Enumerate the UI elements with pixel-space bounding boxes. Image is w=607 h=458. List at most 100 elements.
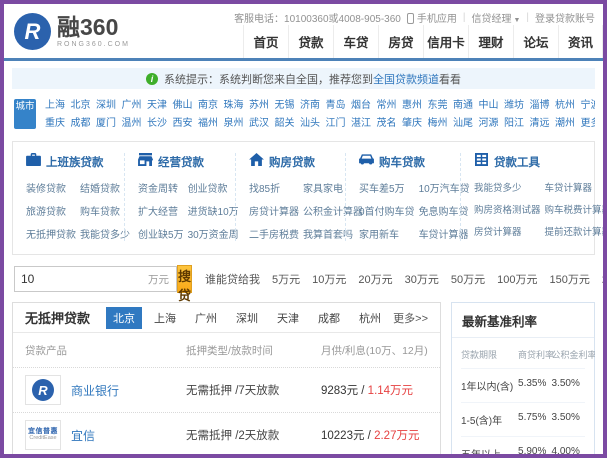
city-link[interactable]: 广州 xyxy=(121,97,143,115)
city-link[interactable]: 梅州 xyxy=(427,115,449,133)
mobile-app-link[interactable]: 手机应用 xyxy=(406,10,457,25)
category-link[interactable]: 扩大经营 xyxy=(138,203,184,218)
category-link[interactable]: 装修贷款 xyxy=(26,180,76,195)
logo[interactable]: R 融360 RONG360.COM xyxy=(14,13,130,50)
category-header[interactable]: 经营贷款 xyxy=(138,153,225,171)
category-link[interactable]: 提前还款计算器 xyxy=(545,224,603,238)
category-link[interactable]: 资金周转 xyxy=(138,180,184,195)
nav-item[interactable]: 信用卡 xyxy=(423,25,468,58)
city-tab[interactable]: 北京 xyxy=(106,306,143,329)
national-channel-link[interactable]: 全国贷款频道 xyxy=(373,74,439,86)
category-link[interactable]: 车贷计算器 xyxy=(545,180,603,194)
amount-link[interactable]: 200万元 xyxy=(602,271,603,287)
category-link[interactable]: 购车税费计算器 xyxy=(545,202,603,216)
city-link[interactable]: 淄博 xyxy=(529,97,551,115)
nav-item[interactable]: 房贷 xyxy=(378,25,423,58)
city-link[interactable]: 深圳 xyxy=(95,97,117,115)
city-link[interactable]: 成都 xyxy=(70,115,92,133)
category-link[interactable]: 房贷计算器 xyxy=(474,224,541,238)
category-link[interactable]: 购房资格测试器 xyxy=(474,202,541,216)
amount-link[interactable]: 30万元 xyxy=(405,271,439,287)
city-link[interactable]: 杭州 xyxy=(554,97,576,115)
category-link[interactable]: 买车差5万 xyxy=(359,180,415,195)
city-link[interactable]: 温州 xyxy=(121,115,143,133)
city-link[interactable]: 清远 xyxy=(529,115,551,133)
city-link[interactable]: 潮州 xyxy=(554,115,576,133)
city-tab[interactable]: 广州 xyxy=(188,307,224,329)
amount-link[interactable]: 150万元 xyxy=(550,271,590,287)
city-tab[interactable]: 成都 xyxy=(311,307,347,329)
city-link[interactable]: 惠州 xyxy=(401,97,423,115)
category-header[interactable]: 购车贷款 xyxy=(359,153,450,171)
city-link[interactable]: 河源 xyxy=(478,115,500,133)
city-link[interactable]: 济南 xyxy=(299,97,321,115)
city-link[interactable]: 江门 xyxy=(325,115,347,133)
more-link[interactable]: 更多>> xyxy=(393,310,428,326)
city-link[interactable]: 珠海 xyxy=(223,97,245,115)
city-tab[interactable]: 杭州 xyxy=(352,307,388,329)
city-link[interactable]: 湛江 xyxy=(350,115,372,133)
category-link[interactable]: 购车贷款 xyxy=(80,203,130,218)
category-link[interactable]: 创业缺5万 xyxy=(138,226,184,241)
city-link[interactable]: 常州 xyxy=(376,97,398,115)
city-link[interactable]: 苏州 xyxy=(248,97,270,115)
city-link[interactable]: 烟台 xyxy=(350,97,372,115)
city-link[interactable]: 阳江 xyxy=(503,115,525,133)
nav-item[interactable]: 贷款 xyxy=(288,25,333,58)
amount-link[interactable]: 10万元 xyxy=(312,271,346,287)
city-link[interactable]: 南京 xyxy=(197,97,219,115)
city-tab[interactable]: 天津 xyxy=(270,307,306,329)
category-link[interactable]: 30万资金周 xyxy=(188,226,239,241)
category-link[interactable]: 房贷计算器 xyxy=(249,203,299,218)
city-link[interactable]: 肇庆 xyxy=(401,115,423,133)
nav-item[interactable]: 论坛 xyxy=(513,25,558,58)
credit-manager-menu[interactable]: 信贷经理 ▼ xyxy=(471,10,520,25)
amount-link[interactable]: 5万元 xyxy=(272,271,300,287)
category-link[interactable]: 找85折 xyxy=(249,180,299,195)
nav-item[interactable]: 理财 xyxy=(468,25,513,58)
city-link[interactable]: 茂名 xyxy=(376,115,398,133)
category-link[interactable]: 我能贷多少 xyxy=(474,180,541,194)
city-link[interactable]: 东莞 xyxy=(427,97,449,115)
city-link[interactable]: 厦门 xyxy=(95,115,117,133)
city-link[interactable]: 汕头 xyxy=(299,115,321,133)
city-link[interactable]: 韶关 xyxy=(274,115,296,133)
city-link[interactable]: 福州 xyxy=(197,115,219,133)
login-link[interactable]: 登录贷款账号 xyxy=(535,10,595,25)
search-loan-button[interactable]: 搜贷款 xyxy=(177,265,193,322)
category-link[interactable]: 结婚贷款 xyxy=(80,180,130,195)
amount-link[interactable]: 50万元 xyxy=(451,271,485,287)
category-link[interactable]: 二手房税费 xyxy=(249,226,299,241)
city-link[interactable]: 中山 xyxy=(478,97,500,115)
city-link[interactable]: 潍坊 xyxy=(503,97,525,115)
nav-item[interactable]: 资讯 xyxy=(558,25,603,58)
city-link[interactable]: 汕尾 xyxy=(452,115,474,133)
city-tab[interactable]: 深圳 xyxy=(229,307,265,329)
city-tab[interactable]: 上海 xyxy=(147,307,183,329)
category-link[interactable]: 旅游贷款 xyxy=(26,203,76,218)
city-link[interactable]: 天津 xyxy=(146,97,168,115)
city-link[interactable]: 西安 xyxy=(172,115,194,133)
nav-item[interactable]: 首页 xyxy=(243,25,288,58)
lender-name-link[interactable]: 宜信 xyxy=(71,427,95,444)
amount-input[interactable] xyxy=(15,272,148,286)
city-link[interactable]: 泉州 xyxy=(223,115,245,133)
amount-link[interactable]: 20万元 xyxy=(358,271,392,287)
category-link[interactable]: 无抵押贷款 xyxy=(26,226,76,241)
city-link[interactable]: 佛山 xyxy=(172,97,194,115)
category-link[interactable]: 0首付购车贷 xyxy=(359,203,415,218)
category-link[interactable]: 家用新车 xyxy=(359,226,415,241)
lender-name-link[interactable]: 商业银行 xyxy=(71,382,119,399)
city-link[interactable]: 重庆 xyxy=(44,115,66,133)
city-link[interactable]: 青岛 xyxy=(325,97,347,115)
amount-link[interactable]: 100万元 xyxy=(497,271,537,287)
city-link[interactable]: 南通 xyxy=(452,97,474,115)
city-link[interactable]: 武汉 xyxy=(248,115,270,133)
city-link[interactable]: 上海 xyxy=(44,97,66,115)
category-header[interactable]: 贷款工具 xyxy=(474,153,584,171)
city-more-link[interactable]: 更多>> xyxy=(580,115,596,133)
nav-item[interactable]: 车贷 xyxy=(333,25,378,58)
city-link[interactable]: 长沙 xyxy=(146,115,168,133)
category-link[interactable]: 进货缺10万 xyxy=(188,203,239,218)
city-link[interactable]: 北京 xyxy=(70,97,92,115)
